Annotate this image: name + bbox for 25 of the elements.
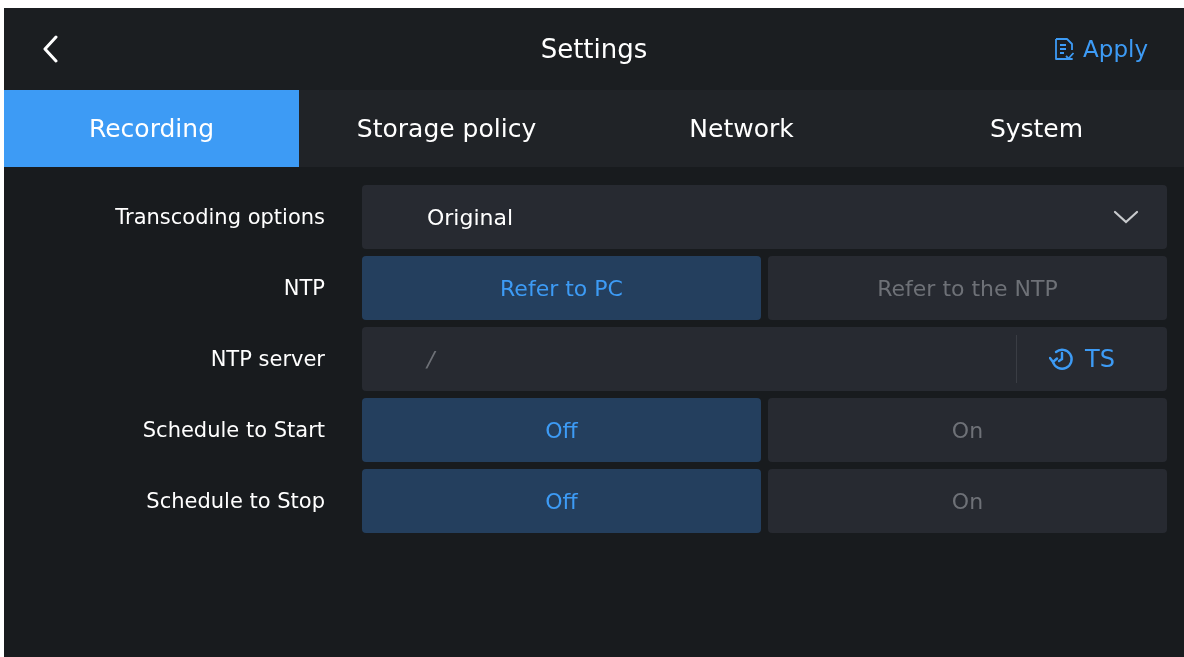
sync-button[interactable]: TS — [1016, 335, 1167, 383]
tab[interactable]: Network — [594, 90, 889, 167]
segment-option[interactable]: Off — [362, 469, 761, 533]
segment-option[interactable]: On — [768, 469, 1167, 533]
document-check-icon — [1053, 37, 1076, 61]
server-field[interactable]: / TS — [362, 327, 1167, 391]
field-label: Schedule to Start — [141, 418, 325, 442]
apply-button[interactable]: Apply — [1053, 36, 1148, 62]
dropdown[interactable]: Original — [362, 185, 1167, 249]
field-label: Transcoding options — [114, 205, 325, 229]
back-icon — [42, 35, 58, 63]
field-label: NTP — [282, 276, 325, 300]
window-title: Settings — [540, 34, 648, 64]
segment-option[interactable]: Refer to the NTP — [768, 256, 1167, 320]
tab[interactable]: Storage policy — [299, 90, 594, 167]
field-value: / — [427, 346, 435, 372]
field-label: NTP server — [209, 347, 325, 371]
chevron-down-icon — [1113, 209, 1139, 225]
tab[interactable]: System — [889, 90, 1184, 167]
segment-option[interactable]: Refer to PC — [362, 256, 761, 320]
tab[interactable]: Recording — [4, 90, 299, 167]
segment-option[interactable]: On — [768, 398, 1167, 462]
clock-refresh-icon — [1049, 346, 1076, 372]
segment-option[interactable]: Off — [362, 398, 761, 462]
field-label: Schedule to Stop — [145, 489, 325, 513]
